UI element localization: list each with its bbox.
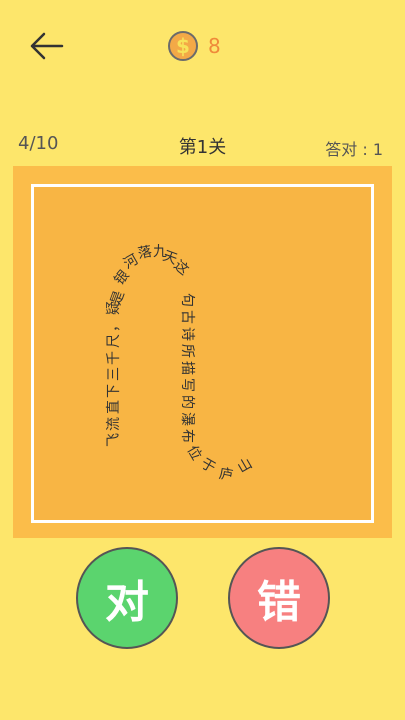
puzzle-char: 千 (106, 350, 122, 365)
coin-count: 8 (208, 34, 221, 58)
puzzle-char: 瀑 (179, 412, 195, 426)
coin-balance: $ 8 (168, 31, 221, 61)
puzzle-char: 诗 (179, 327, 195, 341)
puzzle-char: 写 (179, 378, 195, 392)
puzzle-char: 庐 (217, 465, 235, 485)
puzzle-char: 飞 (106, 433, 122, 447)
puzzle-char: 所 (179, 344, 195, 358)
puzzle-char: 尺 (106, 334, 122, 348)
puzzle-char: 三 (106, 367, 122, 381)
puzzle-char: 布 (179, 429, 195, 443)
back-button[interactable] (26, 26, 66, 66)
arrow-left-icon (30, 32, 64, 60)
puzzle-char: 古 (179, 310, 195, 324)
puzzle-char: 直 (106, 400, 122, 414)
true-button[interactable]: 对 (76, 547, 178, 649)
puzzle-char: 流 (106, 416, 122, 431)
correct-count: 答对 : 1 (325, 140, 383, 159)
puzzle-board: 飞流直下三千尺，疑是银河落九天这句古诗所描写的瀑布位于庐山 (13, 166, 392, 538)
puzzle-char: ， (106, 317, 122, 332)
puzzle-char: 句 (179, 293, 195, 307)
puzzle-frame: 飞流直下三千尺，疑是银河落九天这句古诗所描写的瀑布位于庐山 (31, 184, 374, 523)
puzzle-char: 描 (179, 361, 195, 375)
puzzle-char: 的 (179, 395, 195, 409)
puzzle-char: 下 (106, 383, 122, 398)
dollar-coin-icon: $ (168, 31, 198, 61)
puzzle-char: 山 (234, 455, 256, 477)
false-button[interactable]: 错 (228, 547, 330, 649)
